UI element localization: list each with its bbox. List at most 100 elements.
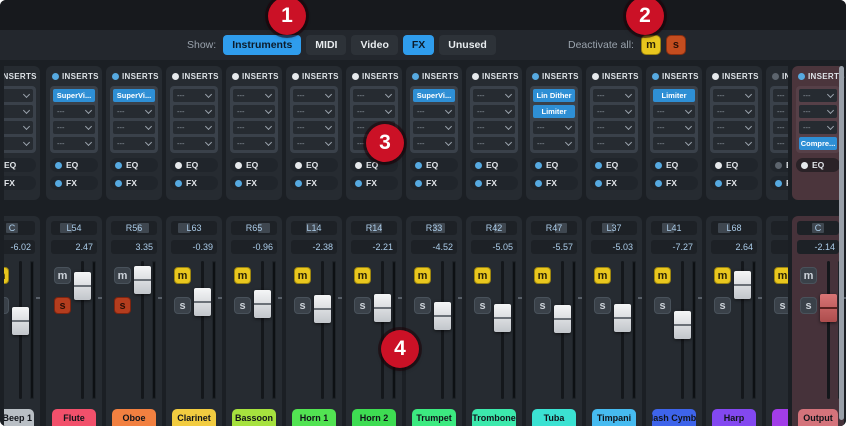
pan-control[interactable]: R47 (531, 221, 577, 235)
insert-slot[interactable]: --- (473, 105, 515, 118)
mute-button[interactable]: m (54, 267, 71, 284)
volume-readout[interactable]: -5.05 (471, 240, 517, 254)
fx-button[interactable]: FX (410, 176, 458, 190)
eq-button[interactable]: EQ (410, 158, 458, 172)
insert-slot-loaded[interactable]: SuperVi... (113, 89, 155, 102)
solo-button[interactable]: s (654, 297, 671, 314)
fader-handle[interactable] (254, 290, 271, 318)
insert-slot[interactable]: --- (4, 89, 33, 102)
insert-slot[interactable]: --- (799, 121, 837, 134)
volume-readout[interactable]: -2.38 (291, 240, 337, 254)
insert-slot-loaded[interactable]: SuperVi... (413, 89, 455, 102)
mute-button[interactable]: m (774, 267, 788, 284)
pan-control[interactable]: R14 (351, 221, 397, 235)
insert-slot[interactable]: --- (173, 105, 215, 118)
insert-slot[interactable]: --- (4, 137, 33, 150)
pan-control[interactable]: L54 (51, 221, 97, 235)
fader-handle[interactable] (494, 304, 511, 332)
mute-button[interactable]: m (234, 267, 251, 284)
mute-button[interactable]: m (800, 267, 817, 284)
insert-slot[interactable]: --- (799, 105, 837, 118)
insert-slot-loaded[interactable]: Limiter (653, 89, 695, 102)
volume-readout[interactable]: -7.27 (651, 240, 697, 254)
channel-name[interactable]: Output (798, 409, 838, 426)
eq-button[interactable]: EQ (796, 158, 840, 172)
deactivate-all-solo-button[interactable]: s (666, 35, 686, 55)
insert-slot[interactable]: --- (353, 105, 395, 118)
eq-button[interactable]: EQ (770, 158, 788, 172)
insert-slot[interactable]: --- (233, 137, 275, 150)
insert-slot[interactable]: --- (293, 137, 335, 150)
channel-name[interactable]: Harp (712, 409, 756, 426)
insert-slot[interactable]: --- (533, 121, 575, 134)
volume-readout[interactable]: -5.57 (531, 240, 577, 254)
eq-button[interactable]: EQ (650, 158, 698, 172)
insert-slot[interactable]: --- (4, 105, 33, 118)
solo-button[interactable]: s (114, 297, 131, 314)
eq-button[interactable]: EQ (590, 158, 638, 172)
fx-button[interactable]: FX (530, 176, 578, 190)
mute-button[interactable]: m (174, 267, 191, 284)
insert-slot[interactable]: --- (53, 121, 95, 134)
mute-button[interactable]: m (534, 267, 551, 284)
channel-name[interactable]: coBeep 1 (4, 409, 34, 426)
insert-slot[interactable]: --- (593, 89, 635, 102)
pan-control[interactable]: L41 (651, 221, 697, 235)
solo-button[interactable]: s (774, 297, 788, 314)
fader-handle[interactable] (134, 266, 151, 294)
insert-slot[interactable]: --- (53, 137, 95, 150)
insert-slot[interactable]: --- (713, 121, 755, 134)
eq-button[interactable]: EQ (290, 158, 338, 172)
fader-handle[interactable] (374, 294, 391, 322)
eq-button[interactable]: EQ (710, 158, 758, 172)
fader-handle[interactable] (820, 294, 837, 322)
fader-handle[interactable] (194, 288, 211, 316)
solo-button[interactable]: s (594, 297, 611, 314)
solo-button[interactable]: s (800, 297, 817, 314)
insert-slot[interactable]: --- (653, 105, 695, 118)
volume-readout[interactable] (771, 240, 788, 254)
mute-button[interactable]: m (474, 267, 491, 284)
insert-slot-loaded[interactable]: Lin Dither (533, 89, 575, 102)
insert-slot[interactable]: --- (233, 105, 275, 118)
insert-slot[interactable]: --- (293, 105, 335, 118)
insert-slot[interactable]: --- (113, 121, 155, 134)
eq-button[interactable]: EQ (50, 158, 98, 172)
insert-slot[interactable]: --- (593, 137, 635, 150)
solo-button[interactable]: s (354, 297, 371, 314)
insert-slot[interactable]: --- (773, 121, 788, 134)
volume-readout[interactable]: -0.96 (231, 240, 277, 254)
insert-slot[interactable]: --- (413, 137, 455, 150)
mute-button[interactable]: m (114, 267, 131, 284)
fx-button[interactable]: FX (50, 176, 98, 190)
fader-handle[interactable] (74, 272, 91, 300)
insert-slot[interactable]: --- (233, 89, 275, 102)
pan-control[interactable]: C (4, 221, 35, 235)
fader-handle[interactable] (12, 307, 29, 335)
channel-name[interactable]: Trombone (472, 409, 516, 426)
insert-slot-loaded[interactable]: Compre... (799, 137, 837, 150)
volume-readout[interactable]: -5.03 (591, 240, 637, 254)
mute-button[interactable]: m (594, 267, 611, 284)
insert-slot[interactable]: --- (4, 121, 33, 134)
filter-button-unused[interactable]: Unused (439, 35, 496, 55)
eq-button[interactable]: EQ (170, 158, 218, 172)
insert-slot[interactable]: --- (173, 89, 215, 102)
eq-button[interactable]: EQ (230, 158, 278, 172)
channel-name[interactable]: Bassoon (232, 409, 276, 426)
solo-button[interactable]: s (174, 297, 191, 314)
fader-handle[interactable] (314, 295, 331, 323)
mute-button[interactable]: m (414, 267, 431, 284)
solo-button[interactable]: s (294, 297, 311, 314)
fx-button[interactable]: FX (290, 176, 338, 190)
pan-control[interactable]: R56 (111, 221, 157, 235)
insert-slot[interactable]: --- (293, 89, 335, 102)
insert-slot[interactable]: --- (113, 137, 155, 150)
volume-readout[interactable]: 2.47 (51, 240, 97, 254)
pan-control[interactable]: R33 (411, 221, 457, 235)
volume-readout[interactable]: 2.64 (711, 240, 757, 254)
vertical-scrollbar[interactable] (839, 66, 844, 420)
insert-slot[interactable]: --- (773, 105, 788, 118)
volume-readout[interactable]: 3.35 (111, 240, 157, 254)
insert-slot[interactable]: --- (113, 105, 155, 118)
